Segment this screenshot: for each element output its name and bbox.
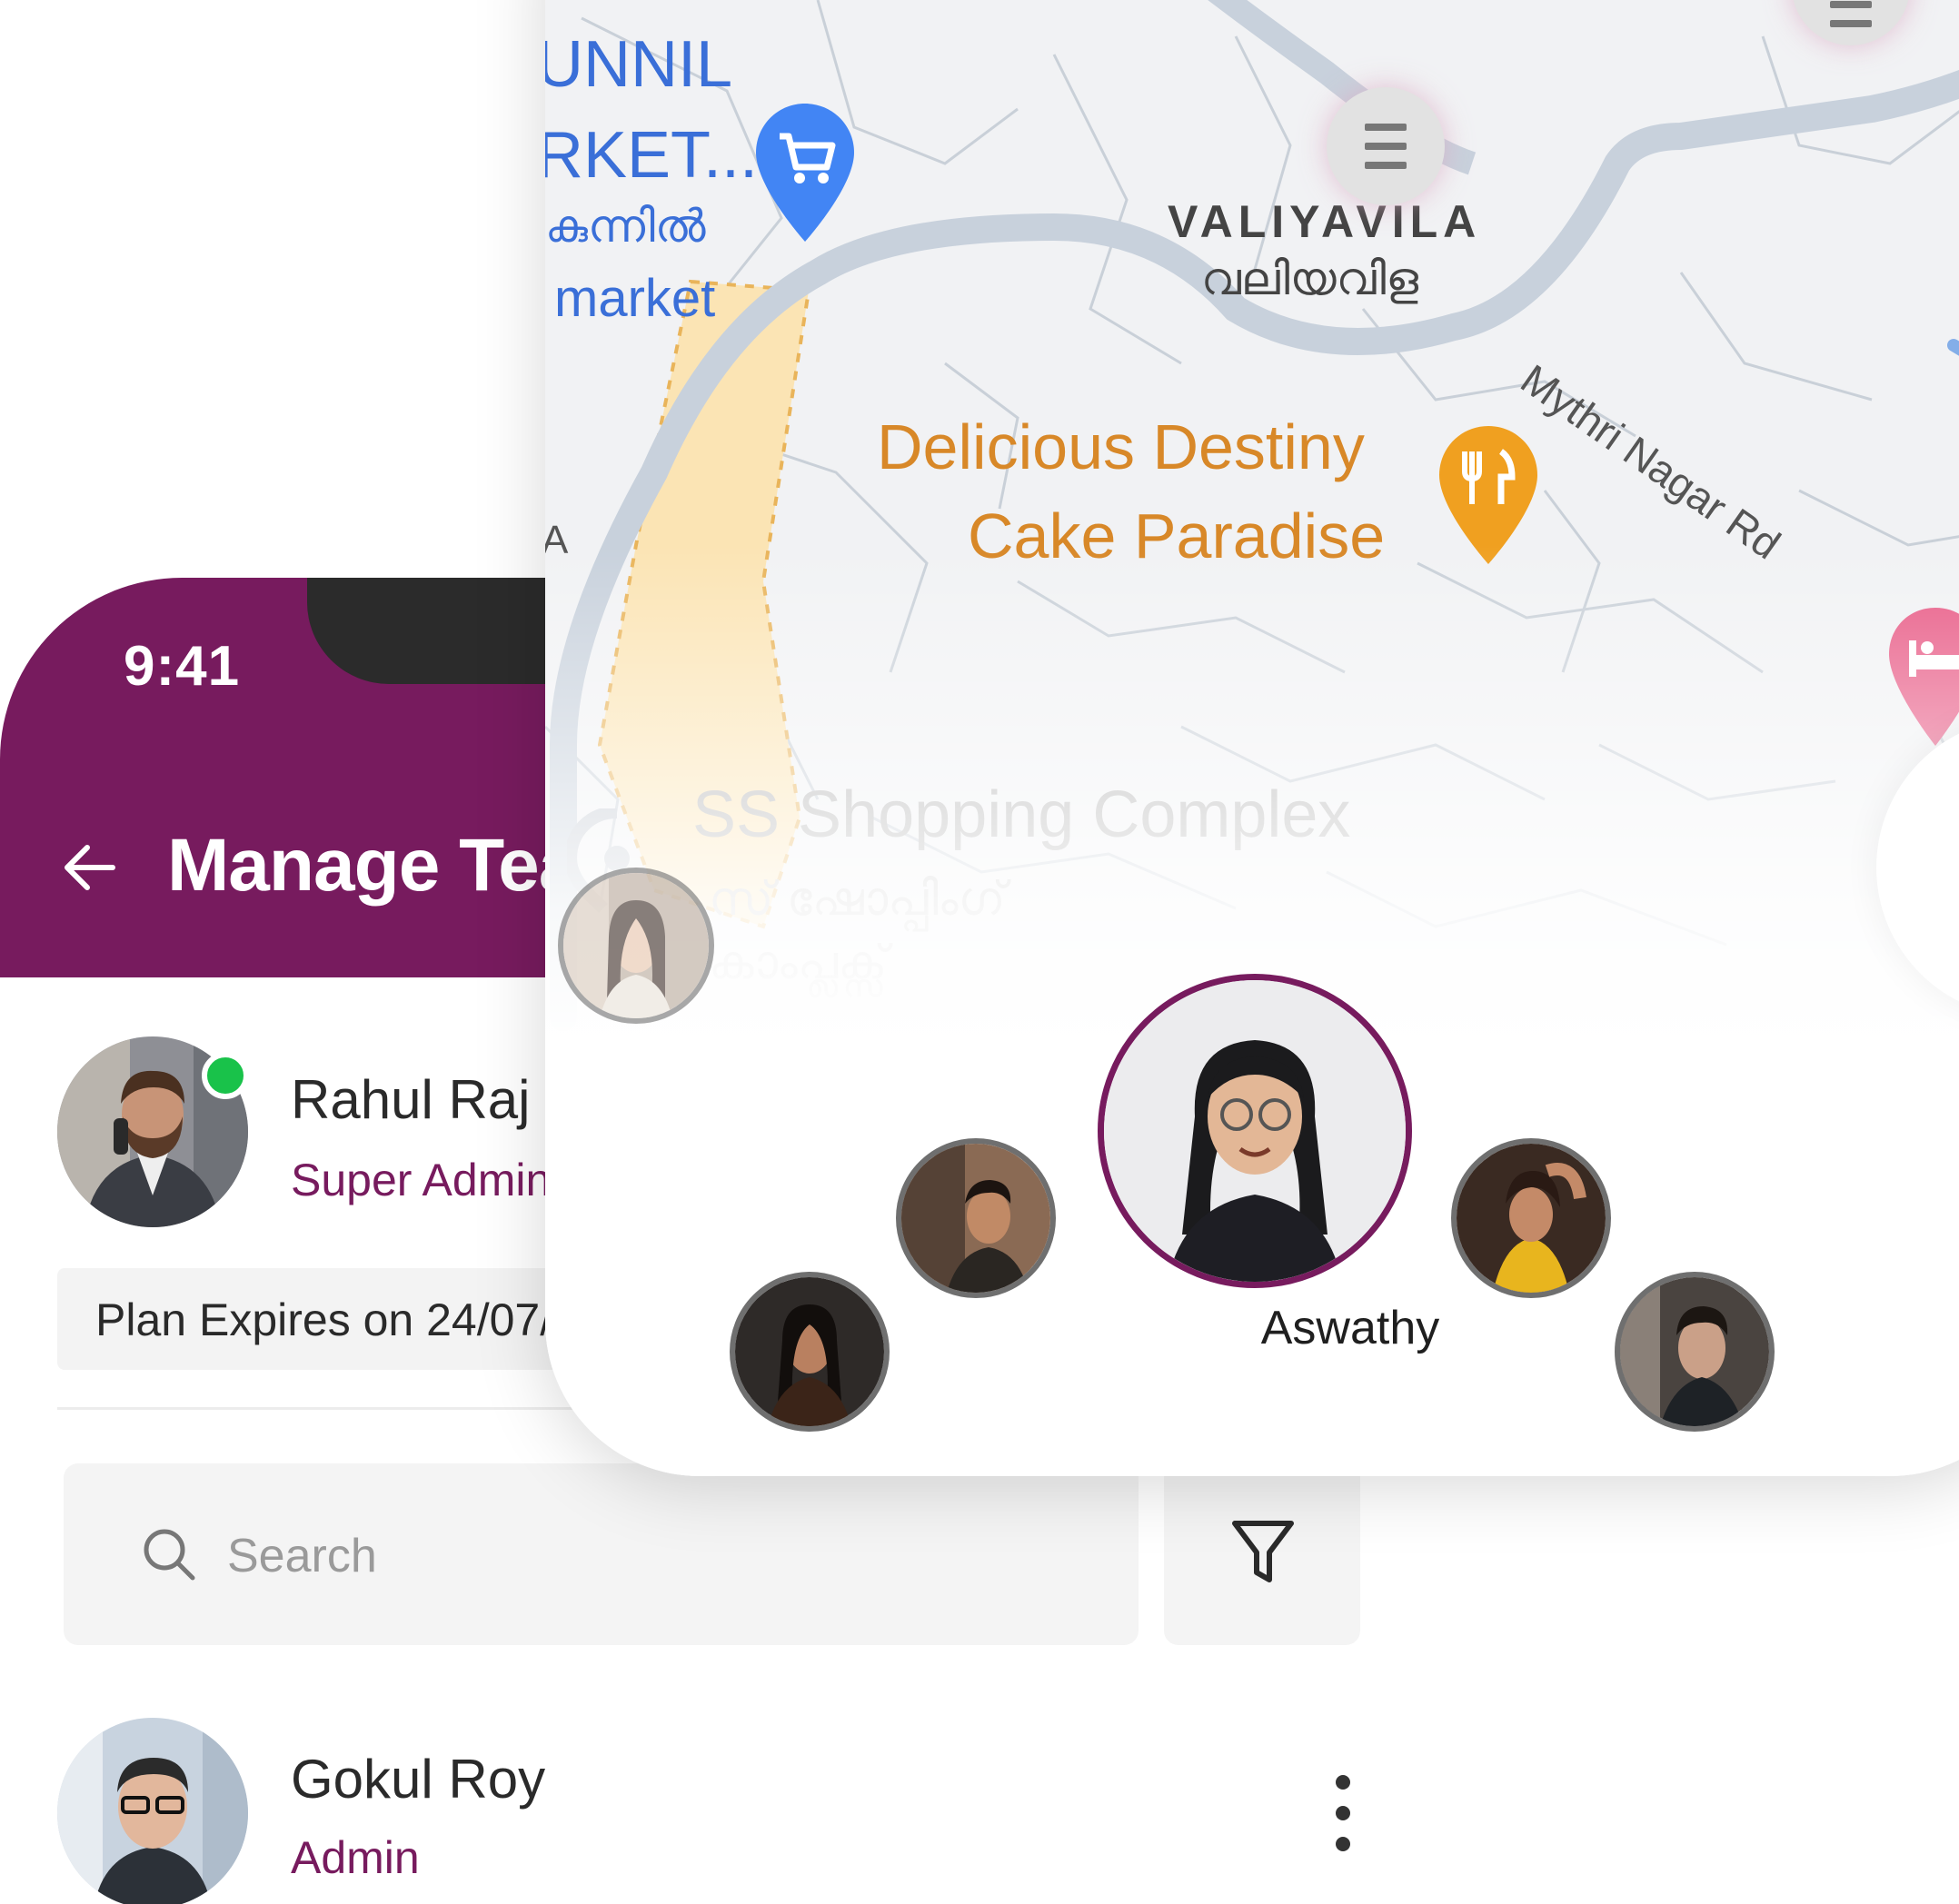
current-user-role: Super Admin: [291, 1155, 552, 1205]
team-member-avatar[interactable]: [896, 1138, 1056, 1298]
team-member-avatar[interactable]: [1615, 1272, 1775, 1432]
member-name: Gokul Roy: [291, 1749, 546, 1810]
map-label-shopping[interactable]: SS Shopping Complex: [692, 778, 1350, 852]
filter-button[interactable]: [1164, 1463, 1360, 1645]
selected-member-name: Aswathy: [1260, 1302, 1440, 1354]
online-status-indicator: [202, 1052, 249, 1099]
map-label-shopping-ml2: കാംപ്ലക്സ്: [709, 937, 888, 989]
map-label-restaurant-line1[interactable]: Delicious Destiny: [877, 411, 1365, 483]
team-member-avatar[interactable]: [1451, 1138, 1611, 1298]
member-role: Admin: [291, 1832, 420, 1883]
team-member-avatar[interactable]: [558, 868, 714, 1024]
map-label-restaurant-line2[interactable]: Cake Paradise: [968, 500, 1385, 572]
map-label-market-line2: RKET...: [545, 119, 759, 192]
selected-member-avatar[interactable]: [1098, 974, 1412, 1288]
restaurant-pin-icon[interactable]: [1436, 422, 1541, 568]
menu-marker-icon[interactable]: [1327, 87, 1445, 205]
search-input[interactable]: Search: [64, 1463, 1139, 1645]
member-avatar[interactable]: [57, 1718, 248, 1904]
plan-expiry-text: Plan Expires on 24/07/: [95, 1294, 553, 1345]
map-label-market-line4: market: [554, 269, 716, 328]
current-user-name: Rahul Raj: [291, 1069, 531, 1130]
filter-icon: [1232, 1521, 1294, 1582]
arrow-left-icon[interactable]: [60, 840, 118, 895]
search-icon: [144, 1529, 195, 1581]
map-label-market-line3: കുന്നിൽ: [545, 201, 706, 252]
lodging-pin-icon[interactable]: [1885, 604, 1959, 749]
map-label-market-line1: UNNIL: [545, 28, 733, 101]
search-placeholder: Search: [227, 1530, 377, 1582]
map-label-edge: A: [545, 518, 569, 562]
map-label-valiyavila-ml: വലിയവിള: [1201, 253, 1419, 304]
more-options-icon[interactable]: [1332, 1775, 1354, 1866]
map-label-valiyavila: VALIYAVILA: [1168, 196, 1482, 247]
status-bar-time: 9:41: [124, 635, 241, 698]
shopping-cart-pin-icon[interactable]: [752, 100, 858, 245]
team-member-avatar[interactable]: [730, 1272, 890, 1432]
map-label-shopping-ml1: സ് ഷോപ്പിംഗ്: [709, 873, 1006, 926]
team-map-card: UNNIL RKET... കുന്നിൽ market A VALIYAVIL…: [545, 0, 1959, 1476]
